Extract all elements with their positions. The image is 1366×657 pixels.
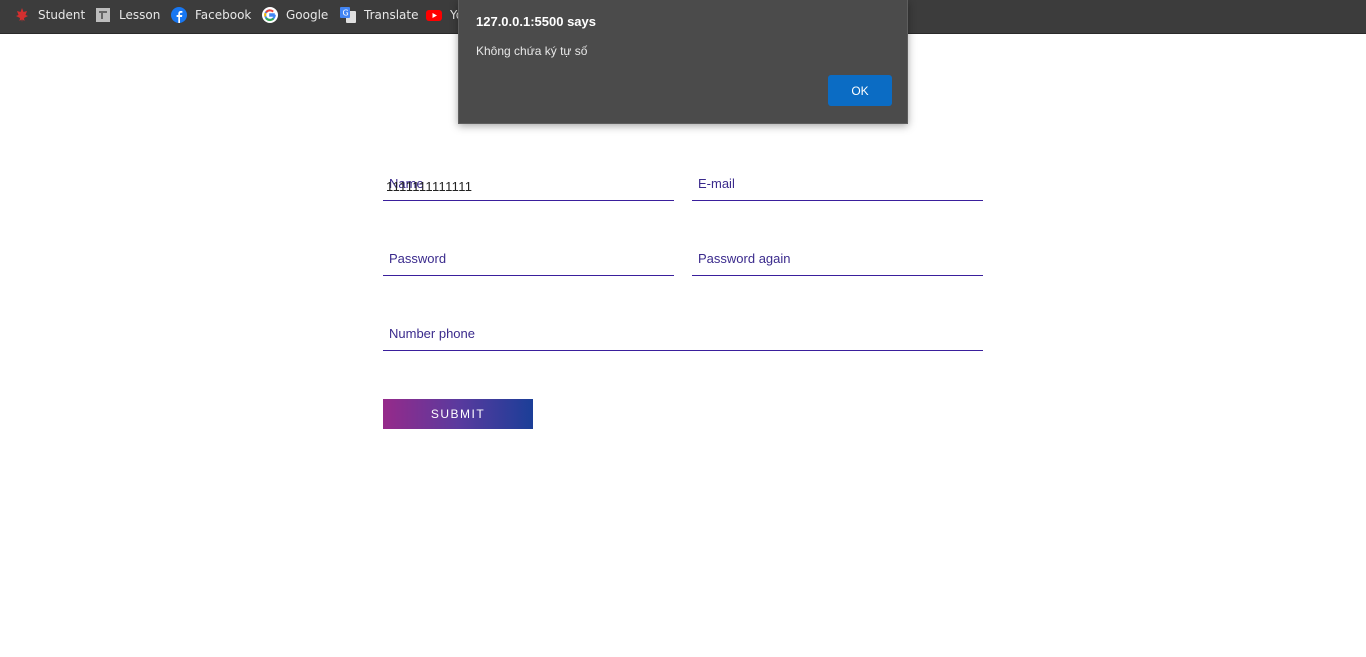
bookmark-label: Facebook bbox=[195, 8, 252, 22]
phone-label: Number phone bbox=[389, 326, 475, 341]
password-field[interactable]: Password bbox=[383, 235, 674, 276]
google-icon bbox=[262, 7, 278, 23]
facebook-icon bbox=[171, 7, 187, 23]
email-field[interactable]: E-mail bbox=[692, 160, 983, 201]
email-label: E-mail bbox=[698, 176, 735, 191]
phone-field[interactable]: Number phone bbox=[383, 310, 983, 351]
password-again-field[interactable]: Password again bbox=[692, 235, 983, 276]
bookmark-label: Google bbox=[286, 8, 329, 22]
submit-button[interactable]: SUBMIT bbox=[383, 399, 533, 429]
youtube-icon bbox=[426, 7, 442, 23]
maple-leaf-icon bbox=[14, 7, 30, 23]
bookmark-facebook[interactable]: Facebook bbox=[171, 5, 251, 25]
name-field[interactable]: Name 1111111111111 bbox=[383, 160, 674, 201]
bookmark-lesson[interactable]: Lesson bbox=[95, 5, 160, 25]
bookmark-label: Translate bbox=[364, 8, 419, 22]
dialog-title: 127.0.0.1:5500 says bbox=[476, 14, 596, 29]
bookmark-google[interactable]: Google bbox=[262, 5, 328, 25]
translate-icon: G bbox=[340, 7, 356, 23]
password-again-label: Password again bbox=[698, 251, 791, 266]
svg-text:G: G bbox=[343, 9, 349, 18]
alert-dialog: 127.0.0.1:5500 says Không chứa ký tự số … bbox=[458, 0, 908, 124]
bookmark-student[interactable]: Student bbox=[14, 5, 85, 25]
ok-button[interactable]: OK bbox=[828, 75, 892, 106]
name-value: 1111111111111 bbox=[386, 179, 473, 194]
dialog-message: Không chứa ký tự số bbox=[476, 44, 588, 58]
bookmark-label: Lesson bbox=[119, 8, 161, 22]
bookmark-label: Student bbox=[38, 8, 86, 22]
password-label: Password bbox=[389, 251, 447, 266]
document-icon bbox=[95, 7, 111, 23]
bookmark-translate[interactable]: G Translate bbox=[340, 5, 419, 25]
